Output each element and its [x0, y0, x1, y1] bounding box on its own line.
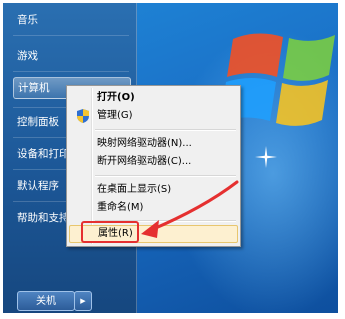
start-separator [13, 71, 129, 72]
context-separator [95, 175, 236, 177]
shutdown-button[interactable]: 关机 [17, 291, 75, 311]
context-item-disconnect-network-drive[interactable]: 断开网络驱动器(C)... [69, 153, 238, 171]
context-item-open[interactable]: 打开(O) [69, 89, 238, 107]
annotation-highlight-box [81, 221, 139, 243]
sparkle-icon [255, 146, 277, 168]
start-item-music[interactable]: 音乐 [13, 9, 131, 31]
start-item-games[interactable]: 游戏 [13, 45, 131, 67]
context-item-label: 打开(O) [97, 92, 135, 103]
red-arrow-icon [141, 180, 239, 238]
start-separator [13, 35, 129, 36]
context-item-label: 断开网络驱动器(C)... [97, 156, 192, 167]
context-item-label: 映射网络驱动器(N)... [97, 138, 192, 149]
context-item-manage[interactable]: 管理(G) [69, 107, 238, 125]
screenshot-frame: 音乐 游戏 计算机 控制面板 设备和打印机 默认程序 帮助和支持 关机 ▶ 打开… [3, 3, 338, 313]
context-separator [95, 129, 236, 131]
shutdown-options-button[interactable]: ▶ [74, 291, 92, 311]
context-item-label: 管理(G) [97, 110, 133, 121]
shield-icon [77, 109, 89, 123]
context-item-map-network-drive[interactable]: 映射网络驱动器(N)... [69, 135, 238, 153]
